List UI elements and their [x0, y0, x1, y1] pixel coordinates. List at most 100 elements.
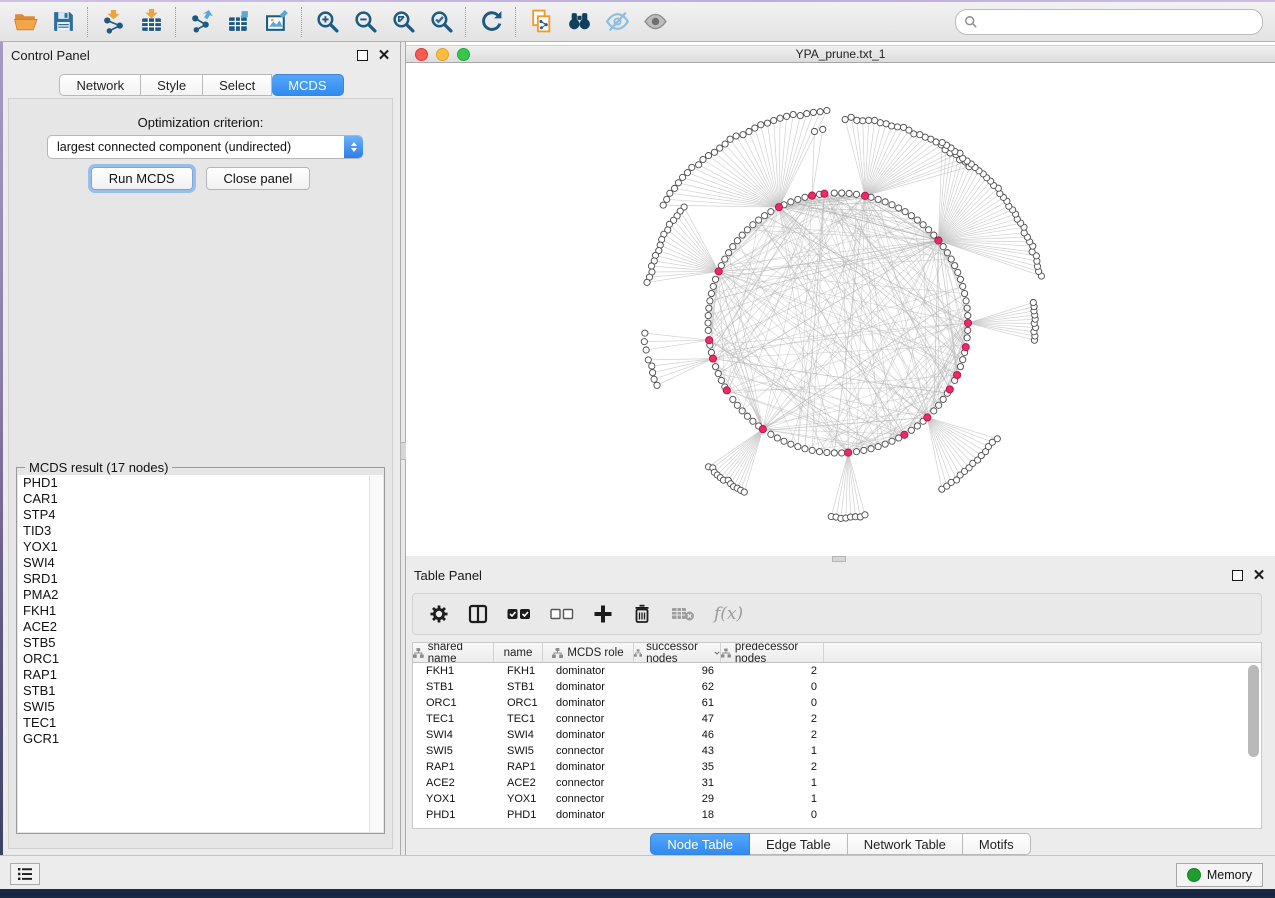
table-cell[interactable]: 46: [634, 729, 721, 741]
table-scrollbar[interactable]: [1248, 665, 1259, 825]
mcds-result-item[interactable]: PHD1: [18, 475, 383, 491]
export-table-icon[interactable]: [220, 6, 258, 38]
table-cell[interactable]: FKH1: [413, 665, 494, 677]
table-cell[interactable]: connector: [543, 793, 634, 805]
table-cell[interactable]: 2: [721, 665, 824, 677]
tab-network-table[interactable]: Network Table: [848, 833, 963, 855]
table-cell[interactable]: ACE2: [494, 777, 543, 789]
tab-select[interactable]: Select: [203, 74, 272, 96]
column-header-predecessor-nodes[interactable]: predecessor nodes: [721, 643, 824, 662]
table-cell[interactable]: 47: [634, 713, 721, 725]
column-header-shared-name[interactable]: shared name: [413, 643, 494, 662]
table-cell[interactable]: 62: [634, 681, 721, 693]
export-network-icon[interactable]: [182, 6, 220, 38]
column-header-name[interactable]: name: [494, 643, 543, 662]
table-settings-icon[interactable]: [429, 602, 449, 626]
table-cell[interactable]: PHD1: [494, 809, 543, 821]
table-cell[interactable]: 43: [634, 745, 721, 757]
column-header-MCDS-role[interactable]: MCDS role: [543, 643, 634, 662]
table-cell[interactable]: RAP1: [494, 761, 543, 773]
mcds-result-item[interactable]: SWI4: [18, 555, 383, 571]
mcds-result-item[interactable]: PMA2: [18, 587, 383, 603]
open-file-icon[interactable]: [6, 6, 44, 38]
table-cell[interactable]: connector: [543, 745, 634, 757]
table-cell[interactable]: SWI4: [494, 729, 543, 741]
table-cell[interactable]: YOX1: [494, 793, 543, 805]
zoom-out-icon[interactable]: [346, 6, 384, 38]
table-cell[interactable]: SWI5: [413, 745, 494, 757]
table-cell[interactable]: dominator: [543, 809, 634, 821]
table-cell[interactable]: 1: [721, 793, 824, 805]
mcds-result-item[interactable]: TEC1: [18, 715, 383, 731]
float-panel-icon[interactable]: [354, 47, 370, 63]
table-cell[interactable]: 1: [721, 745, 824, 757]
mcds-result-item[interactable]: GCR1: [18, 731, 383, 747]
table-row[interactable]: PHD1PHD1dominator180: [413, 807, 1261, 823]
tab-style[interactable]: Style: [141, 74, 203, 96]
float-table-panel-icon[interactable]: [1229, 567, 1245, 583]
table-cell[interactable]: dominator: [543, 761, 634, 773]
table-cell[interactable]: 29: [634, 793, 721, 805]
import-table-icon[interactable]: [132, 6, 170, 38]
mcds-result-list[interactable]: PHD1CAR1STP4TID3YOX1SWI4SRD1PMA2FKH1ACE2…: [18, 475, 383, 832]
task-history-button[interactable]: [10, 863, 40, 885]
table-cell[interactable]: 35: [634, 761, 721, 773]
save-icon[interactable]: [44, 6, 82, 38]
tab-network[interactable]: Network: [59, 74, 141, 96]
hide-selection-icon[interactable]: [598, 6, 636, 38]
refresh-layout-icon[interactable]: [472, 6, 510, 38]
table-cell[interactable]: connector: [543, 713, 634, 725]
table-cell[interactable]: dominator: [543, 729, 634, 741]
toggle-columns-icon[interactable]: [468, 602, 488, 626]
export-image-icon[interactable]: [258, 6, 296, 38]
network-window-titlebar[interactable]: YPA_prune.txt_1: [406, 45, 1275, 63]
table-cell[interactable]: 2: [721, 761, 824, 773]
table-cell[interactable]: 2: [721, 729, 824, 741]
search-field[interactable]: [955, 9, 1263, 35]
close-panel-icon[interactable]: ✕: [376, 47, 392, 63]
table-cell[interactable]: ORC1: [494, 697, 543, 709]
table-cell[interactable]: ACE2: [413, 777, 494, 789]
table-row[interactable]: RAP1RAP1dominator352: [413, 759, 1261, 775]
close-panel-button[interactable]: Close panel: [206, 167, 311, 190]
table-row[interactable]: YOX1YOX1connector291: [413, 791, 1261, 807]
table-row[interactable]: SWI5SWI5connector431: [413, 743, 1261, 759]
table-cell[interactable]: TEC1: [494, 713, 543, 725]
table-cell[interactable]: 31: [634, 777, 721, 789]
result-list-scrollbar[interactable]: [369, 475, 383, 832]
table-cell[interactable]: 96: [634, 665, 721, 677]
table-cell[interactable]: SWI5: [494, 745, 543, 757]
table-cell[interactable]: connector: [543, 777, 634, 789]
table-row[interactable]: TEC1TEC1connector472: [413, 711, 1261, 727]
table-cell[interactable]: SWI4: [413, 729, 494, 741]
show-all-icon[interactable]: [636, 6, 674, 38]
table-cell[interactable]: ORC1: [413, 697, 494, 709]
first-neighbors-icon[interactable]: [560, 6, 598, 38]
mcds-result-item[interactable]: CAR1: [18, 491, 383, 507]
table-cell[interactable]: dominator: [543, 665, 634, 677]
mcds-result-item[interactable]: SWI5: [18, 699, 383, 715]
mcds-result-item[interactable]: STB5: [18, 635, 383, 651]
mcds-result-item[interactable]: TID3: [18, 523, 383, 539]
table-cell[interactable]: dominator: [543, 681, 634, 693]
table-cell[interactable]: 0: [721, 697, 824, 709]
criterion-dropdown[interactable]: largest connected component (undirected): [47, 135, 363, 159]
zoom-fit-icon[interactable]: [384, 6, 422, 38]
table-cell[interactable]: 0: [721, 681, 824, 693]
table-row[interactable]: ACE2ACE2connector311: [413, 775, 1261, 791]
close-table-panel-icon[interactable]: ✕: [1251, 567, 1267, 583]
delete-table-icon[interactable]: [671, 602, 695, 626]
table-cell[interactable]: PHD1: [413, 809, 494, 821]
deselect-all-icon[interactable]: [550, 602, 574, 626]
create-column-icon[interactable]: [593, 602, 613, 626]
search-input[interactable]: [978, 14, 1254, 30]
table-cell[interactable]: 0: [721, 809, 824, 821]
mcds-result-item[interactable]: RAP1: [18, 667, 383, 683]
table-cell[interactable]: STB1: [494, 681, 543, 693]
table-cell[interactable]: 18: [634, 809, 721, 821]
table-cell[interactable]: 1: [721, 777, 824, 789]
mcds-result-item[interactable]: ACE2: [18, 619, 383, 635]
table-scrollbar-thumb[interactable]: [1248, 665, 1259, 757]
table-cell[interactable]: dominator: [543, 697, 634, 709]
select-all-icon[interactable]: [507, 602, 531, 626]
